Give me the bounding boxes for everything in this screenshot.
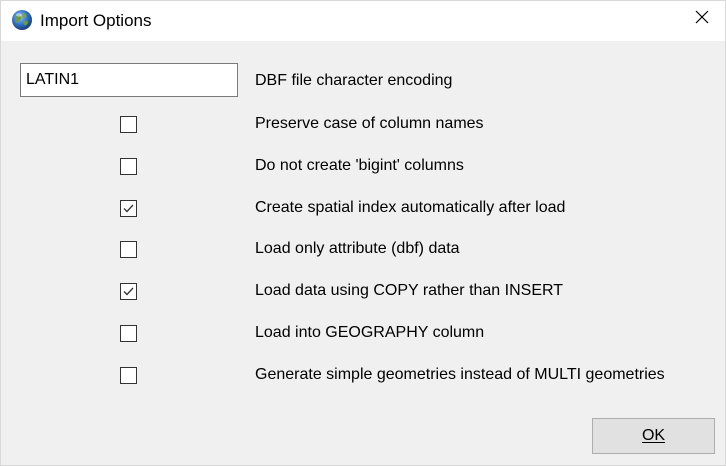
ok-button[interactable]: OK: [592, 418, 715, 454]
ok-button-label: OK: [641, 427, 666, 444]
option-label-spatial-index: Create spatial index automatically after…: [255, 199, 566, 216]
option-label-dbf-only: Load only attribute (dbf) data: [255, 240, 460, 257]
checkbox-simple-geometries[interactable]: [120, 367, 137, 384]
checkbox-use-copy[interactable]: [120, 283, 137, 300]
option-label-preserve-case: Preserve case of column names: [255, 115, 484, 132]
option-label-geography: Load into GEOGRAPHY column: [255, 324, 485, 341]
checkmark-icon: [123, 287, 134, 296]
encoding-label: DBF file character encoding: [255, 72, 453, 89]
checkbox-geography[interactable]: [120, 325, 137, 342]
option-label-no-bigint: Do not create 'bigint' columns: [255, 157, 464, 174]
close-button[interactable]: [679, 1, 725, 37]
window-title: Import Options: [40, 11, 152, 30]
checkbox-no-bigint[interactable]: [120, 158, 137, 175]
dialog-content: DBF file character encoding Preserve cas…: [1, 41, 725, 465]
globe-icon: [11, 9, 33, 31]
option-label-simple-geometries: Generate simple geometries instead of MU…: [255, 366, 665, 383]
option-label-use-copy: Load data using COPY rather than INSERT: [255, 282, 564, 299]
title-bar[interactable]: Import Options: [1, 1, 725, 41]
import-options-dialog: Import Options DBF file character encodi…: [0, 0, 726, 466]
checkmark-icon: [123, 204, 134, 213]
checkbox-spatial-index[interactable]: [120, 200, 137, 217]
checkbox-preserve-case[interactable]: [120, 116, 137, 133]
checkbox-dbf-only[interactable]: [120, 241, 137, 258]
close-icon: [694, 9, 710, 30]
encoding-input[interactable]: [20, 63, 238, 97]
